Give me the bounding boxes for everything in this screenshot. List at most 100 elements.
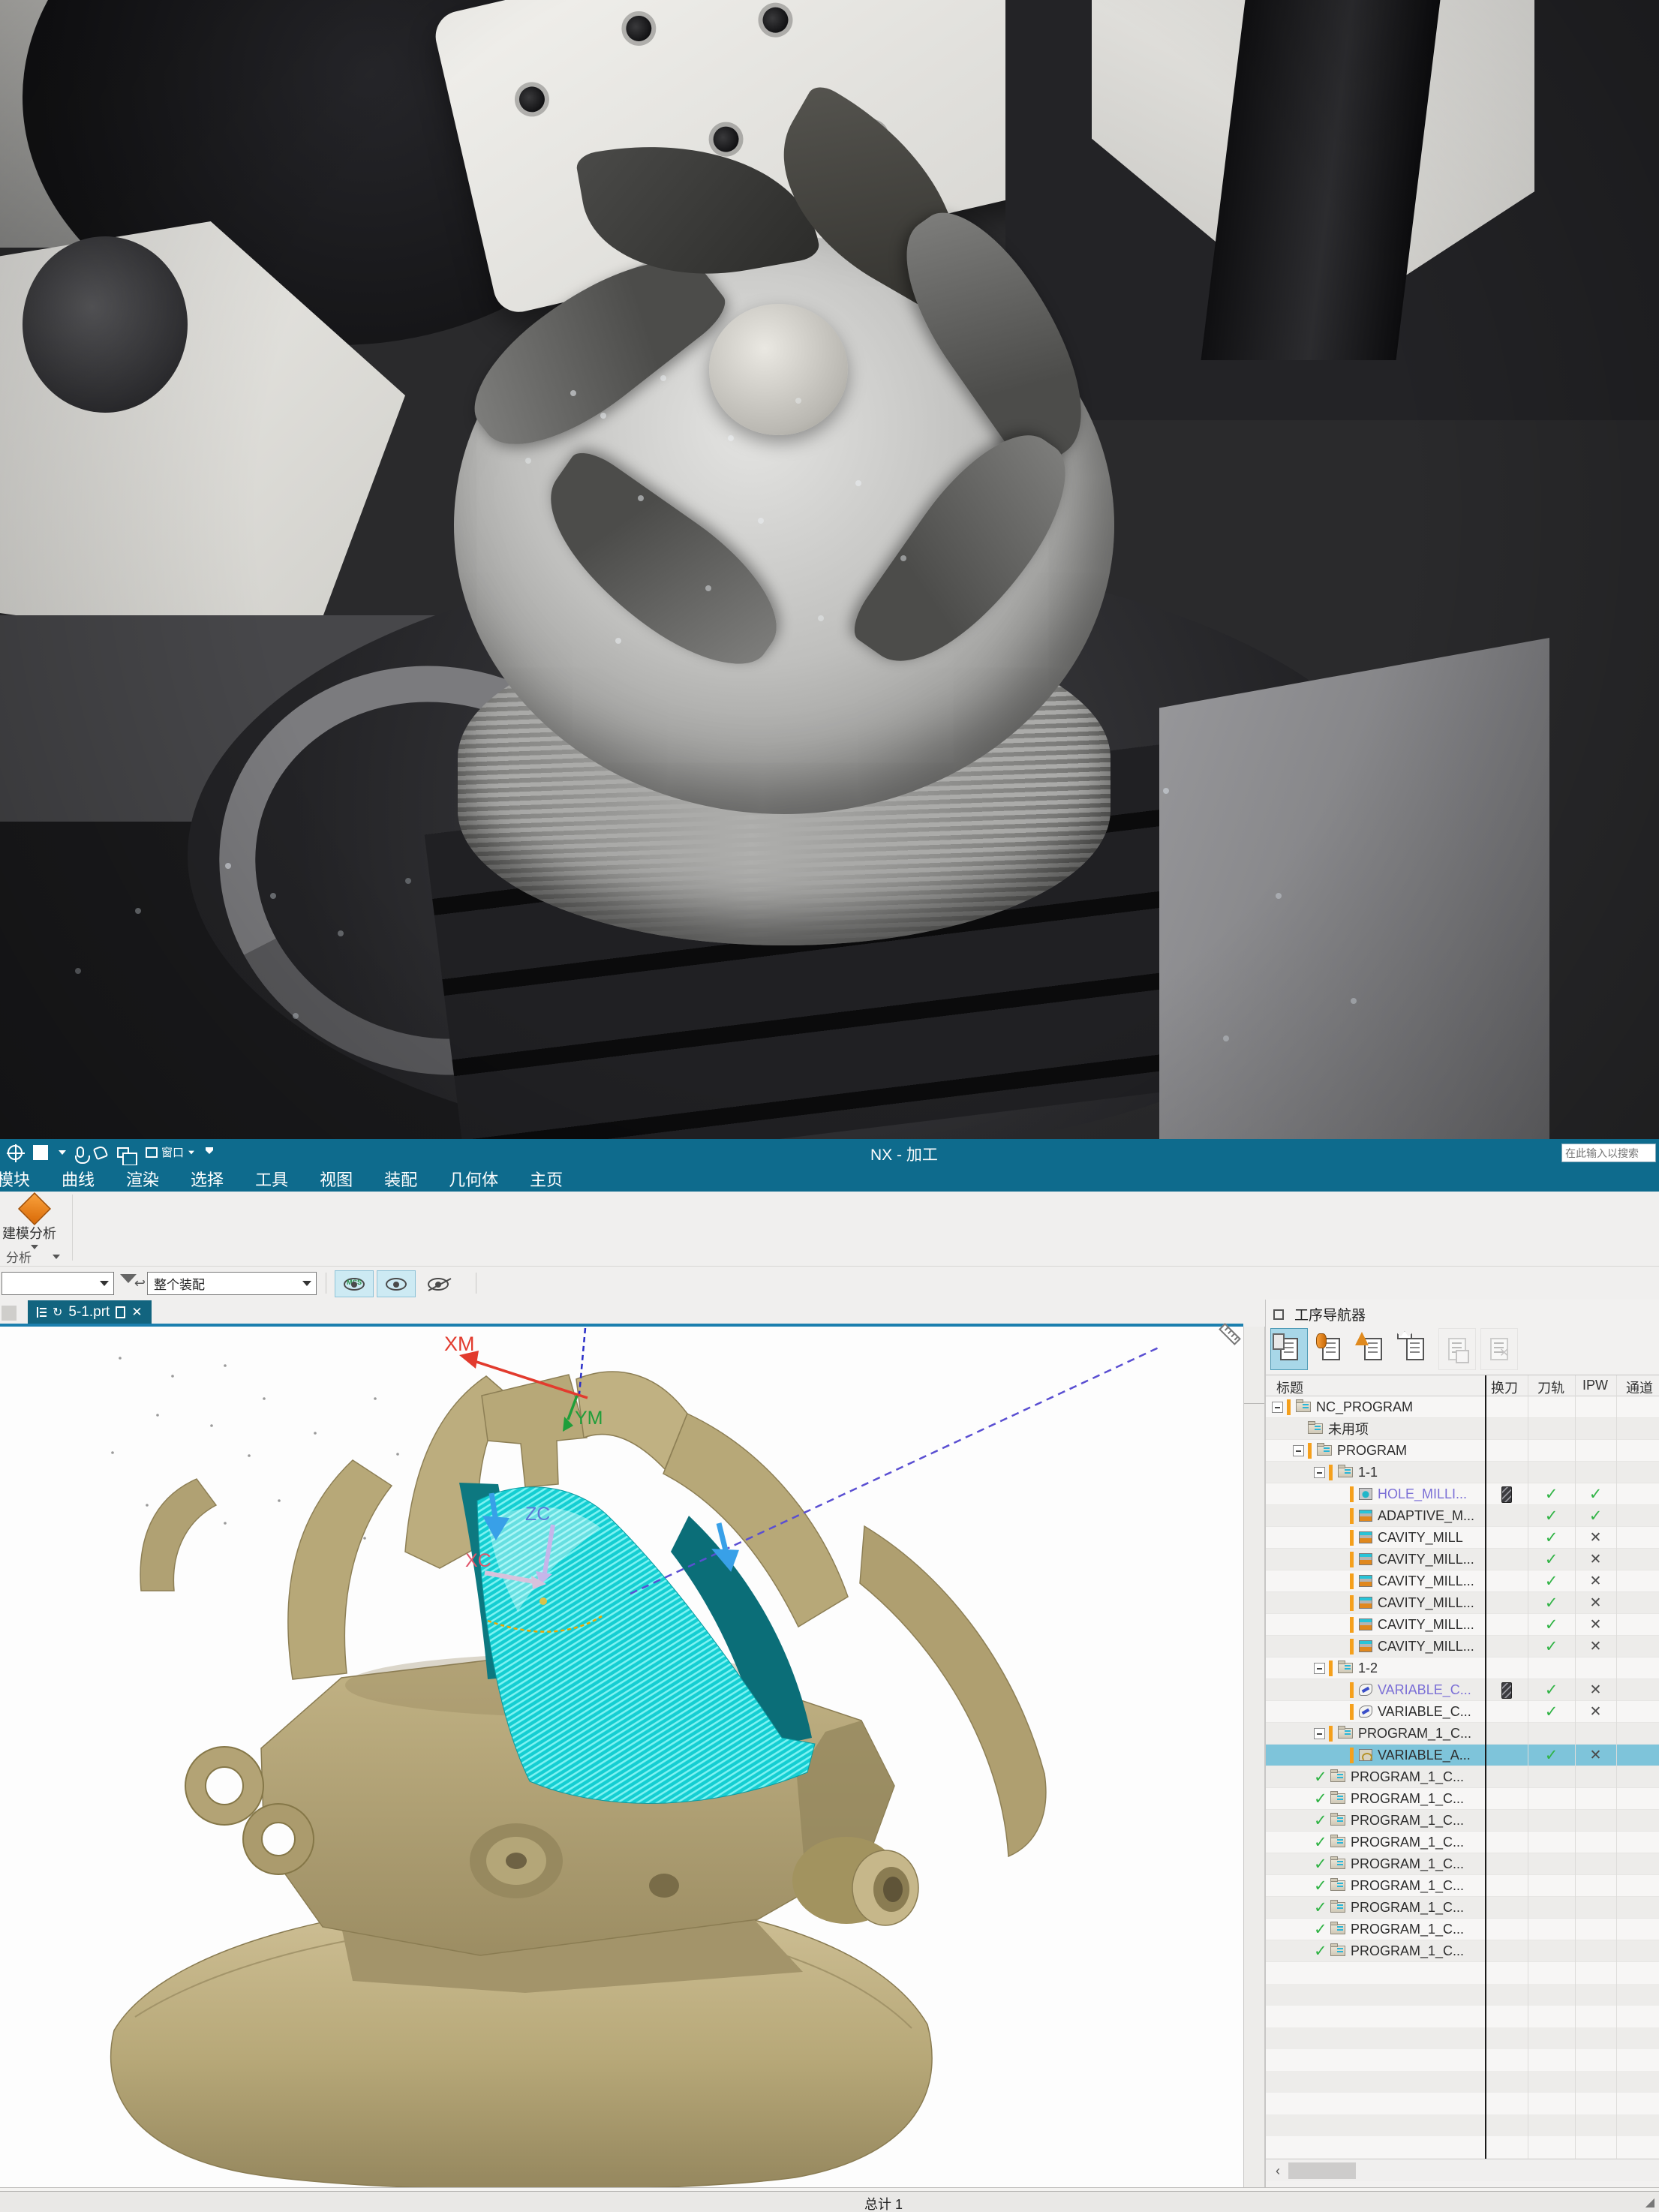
tree-row-1-2[interactable]: 1-2 [1266,1657,1659,1679]
tree-row-cavity-mill-[interactable]: CAVITY_MILL...✓✕ [1266,1592,1659,1614]
tab-sync-icon: ↻ [53,1305,62,1320]
tree-row-label: CAVITY_MILL... [1378,1595,1474,1611]
tree-row-cavity-mill-[interactable]: CAVITY_MILL...✓✕ [1266,1549,1659,1570]
tree-row-program-1-c-[interactable]: ✓PROGRAM_1_C... [1266,1940,1659,1962]
assembly-scope-combo[interactable]: 整个装配 [147,1272,317,1295]
tree-row-variable-c-[interactable]: VARIABLE_C...✓✕ [1266,1679,1659,1701]
menubar: 用模块 曲线 渲染 选择 工具 视图 装配 几何体 主页 [0,1165,1659,1192]
column-tool-change[interactable]: 换刀 [1491,1378,1518,1397]
show-tool-eye-toggle[interactable] [377,1270,416,1297]
tree-row-nc-program[interactable]: NC_PROGRAM [1266,1396,1659,1418]
operation-icon [1359,1553,1372,1565]
geometry-view-button[interactable] [1354,1328,1392,1370]
tree-row-cavity-mill-[interactable]: CAVITY_MILL...✓✕ [1266,1570,1659,1592]
ribbon-group-label: 分析 [6,1247,32,1266]
chevron-down-icon [188,1150,194,1154]
navigator-rows: NC_PROGRAM未用项PROGRAM1-1HOLE_MILLI...✓✓AD… [1266,1396,1659,1962]
status-bar-marker [1350,1508,1354,1524]
operation-icon [1359,1706,1372,1718]
tree-row-program-1-c-[interactable]: ✓PROGRAM_1_C... [1266,1810,1659,1832]
tree-row-1-1[interactable]: 1-1 [1266,1462,1659,1483]
menu-item-7[interactable]: 几何体 [449,1167,498,1191]
tree-row-program-1-c-[interactable]: ✓PROGRAM_1_C... [1266,1853,1659,1875]
tree-row-cavity-mill-[interactable]: CAVITY_MILL...✓✕ [1266,1636,1659,1657]
tree-row-program-1-c-[interactable]: PROGRAM_1_C... [1266,1723,1659,1745]
machine-tool-view-button[interactable] [1312,1328,1350,1370]
new-window-icon[interactable] [33,1145,48,1160]
tab-scroll-icon[interactable] [2,1306,17,1321]
tree-row-cavity-mill-[interactable]: CAVITY_MILL...✓✕ [1266,1614,1659,1636]
tree-row--[interactable]: 未用项 [1266,1418,1659,1440]
column-toolpath[interactable]: 刀轨 [1537,1378,1564,1397]
touch-mode-icon[interactable] [93,1144,109,1160]
column-ipw[interactable]: IPW [1582,1378,1608,1393]
toolpath-check-icon: ✓ [1528,1549,1575,1570]
show-mcs-eye-toggle[interactable]: MCS [335,1270,374,1297]
graphics-viewport[interactable]: XM YM ZC XC [0,1327,1243,2191]
completed-check-icon: ✓ [1314,1943,1330,1959]
tree-row-cavity-mill[interactable]: CAVITY_MILL✓✕ [1266,1527,1659,1549]
menu-item-1[interactable]: 曲线 [62,1167,95,1191]
expander-minus-icon[interactable] [1314,1728,1325,1739]
command-search-input[interactable] [1561,1144,1656,1162]
minimize-ribbon-icon[interactable] [206,1150,213,1154]
tree-row-program-1-c-[interactable]: ✓PROGRAM_1_C... [1266,1875,1659,1897]
nx-application-window: 窗口 NX - 加工 用模块曲线渲染选择工具视图装配几何体主页 建模分析 分析 … [0,0,1659,2212]
tree-row-program-1-c-[interactable]: ✓PROGRAM_1_C... [1266,1832,1659,1853]
tree-row-program-1-c-[interactable]: ✓PROGRAM_1_C... [1266,1766,1659,1788]
toolpath-check-icon: ✓ [1528,1570,1575,1592]
menu-item-6[interactable]: 装配 [384,1167,417,1191]
panel-square-icon[interactable] [1273,1309,1284,1320]
tree-row-adaptive-m-[interactable]: ADAPTIVE_M...✓✓ [1266,1505,1659,1527]
ipw-cross-icon: ✕ [1575,1549,1616,1570]
tab-5-1-prt[interactable]: ↻ 5-1.prt ✕ [28,1300,152,1324]
ribbon-group-analysis[interactable]: 分析 [6,1247,60,1266]
scrollbar-thumb[interactable] [1288,2162,1356,2179]
tree-row-label: PROGRAM_1_C... [1351,1922,1464,1937]
scroll-left-icon[interactable]: ‹ [1269,2162,1287,2179]
create-group-button-disabled[interactable] [1438,1328,1476,1370]
expander-minus-icon[interactable] [1314,1663,1325,1674]
microphone-icon[interactable] [77,1147,84,1158]
cascade-windows-icon[interactable] [117,1147,129,1158]
tab-close-icon[interactable]: ✕ [131,1305,142,1320]
menu-item-5[interactable]: 视图 [320,1167,353,1191]
orient-icon[interactable] [8,1145,23,1160]
tree-row-variable-c-[interactable]: VARIABLE_C...✓✕ [1266,1701,1659,1723]
menu-item-2[interactable]: 渲染 [126,1167,159,1191]
hide-eye-toggle[interactable] [419,1270,458,1297]
axis-label-zc: ZC [525,1504,550,1525]
window-menu[interactable]: 窗口 [146,1144,195,1160]
expander-minus-icon[interactable] [1293,1445,1304,1456]
tree-row-label: CAVITY_MILL... [1378,1639,1474,1654]
navigator-title: 工序导航器 [1294,1304,1366,1324]
tree-row-program[interactable]: PROGRAM [1266,1440,1659,1462]
tree-row-program-1-c-[interactable]: ✓PROGRAM_1_C... [1266,1897,1659,1919]
chevron-down-icon[interactable] [59,1150,66,1155]
selection-filter-combo[interactable] [2,1272,114,1295]
menu-item-3[interactable]: 选择 [191,1167,224,1191]
panel-splitter[interactable] [1243,1327,1265,2191]
tree-row-variable-a-[interactable]: VARIABLE_A...✓✕ [1266,1745,1659,1766]
modeling-analysis-button[interactable]: 建模分析 [0,1193,69,1247]
menu-item-0[interactable]: 用模块 [0,1167,30,1191]
folder-icon [1330,1837,1345,1847]
program-order-view-button[interactable] [1270,1328,1308,1370]
tree-row-hole-milli-[interactable]: HOLE_MILLI...✓✓ [1266,1483,1659,1505]
menu-item-4[interactable]: 工具 [255,1167,288,1191]
machining-method-view-button[interactable] [1396,1328,1434,1370]
completed-check-icon: ✓ [1314,1856,1330,1872]
tree-row-label: PROGRAM_1_C... [1358,1726,1471,1742]
ipw-cross-icon: ✕ [1575,1592,1616,1614]
tree-row-label: PROGRAM_1_C... [1351,1813,1464,1829]
tree-row-program-1-c-[interactable]: ✓PROGRAM_1_C... [1266,1919,1659,1940]
menu-item-8[interactable]: 主页 [530,1167,563,1191]
expander-minus-icon[interactable] [1314,1467,1325,1478]
delete-button-disabled[interactable]: ✕ [1480,1328,1518,1370]
navigator-hscrollbar[interactable]: ‹ [1266,2159,1659,2181]
column-channel[interactable]: 通道 [1626,1378,1653,1397]
filter-funnel-icon[interactable] [119,1274,144,1294]
expander-minus-icon[interactable] [1272,1402,1283,1413]
tree-row-program-1-c-[interactable]: ✓PROGRAM_1_C... [1266,1788,1659,1810]
column-title[interactable]: 标题 [1276,1378,1303,1397]
